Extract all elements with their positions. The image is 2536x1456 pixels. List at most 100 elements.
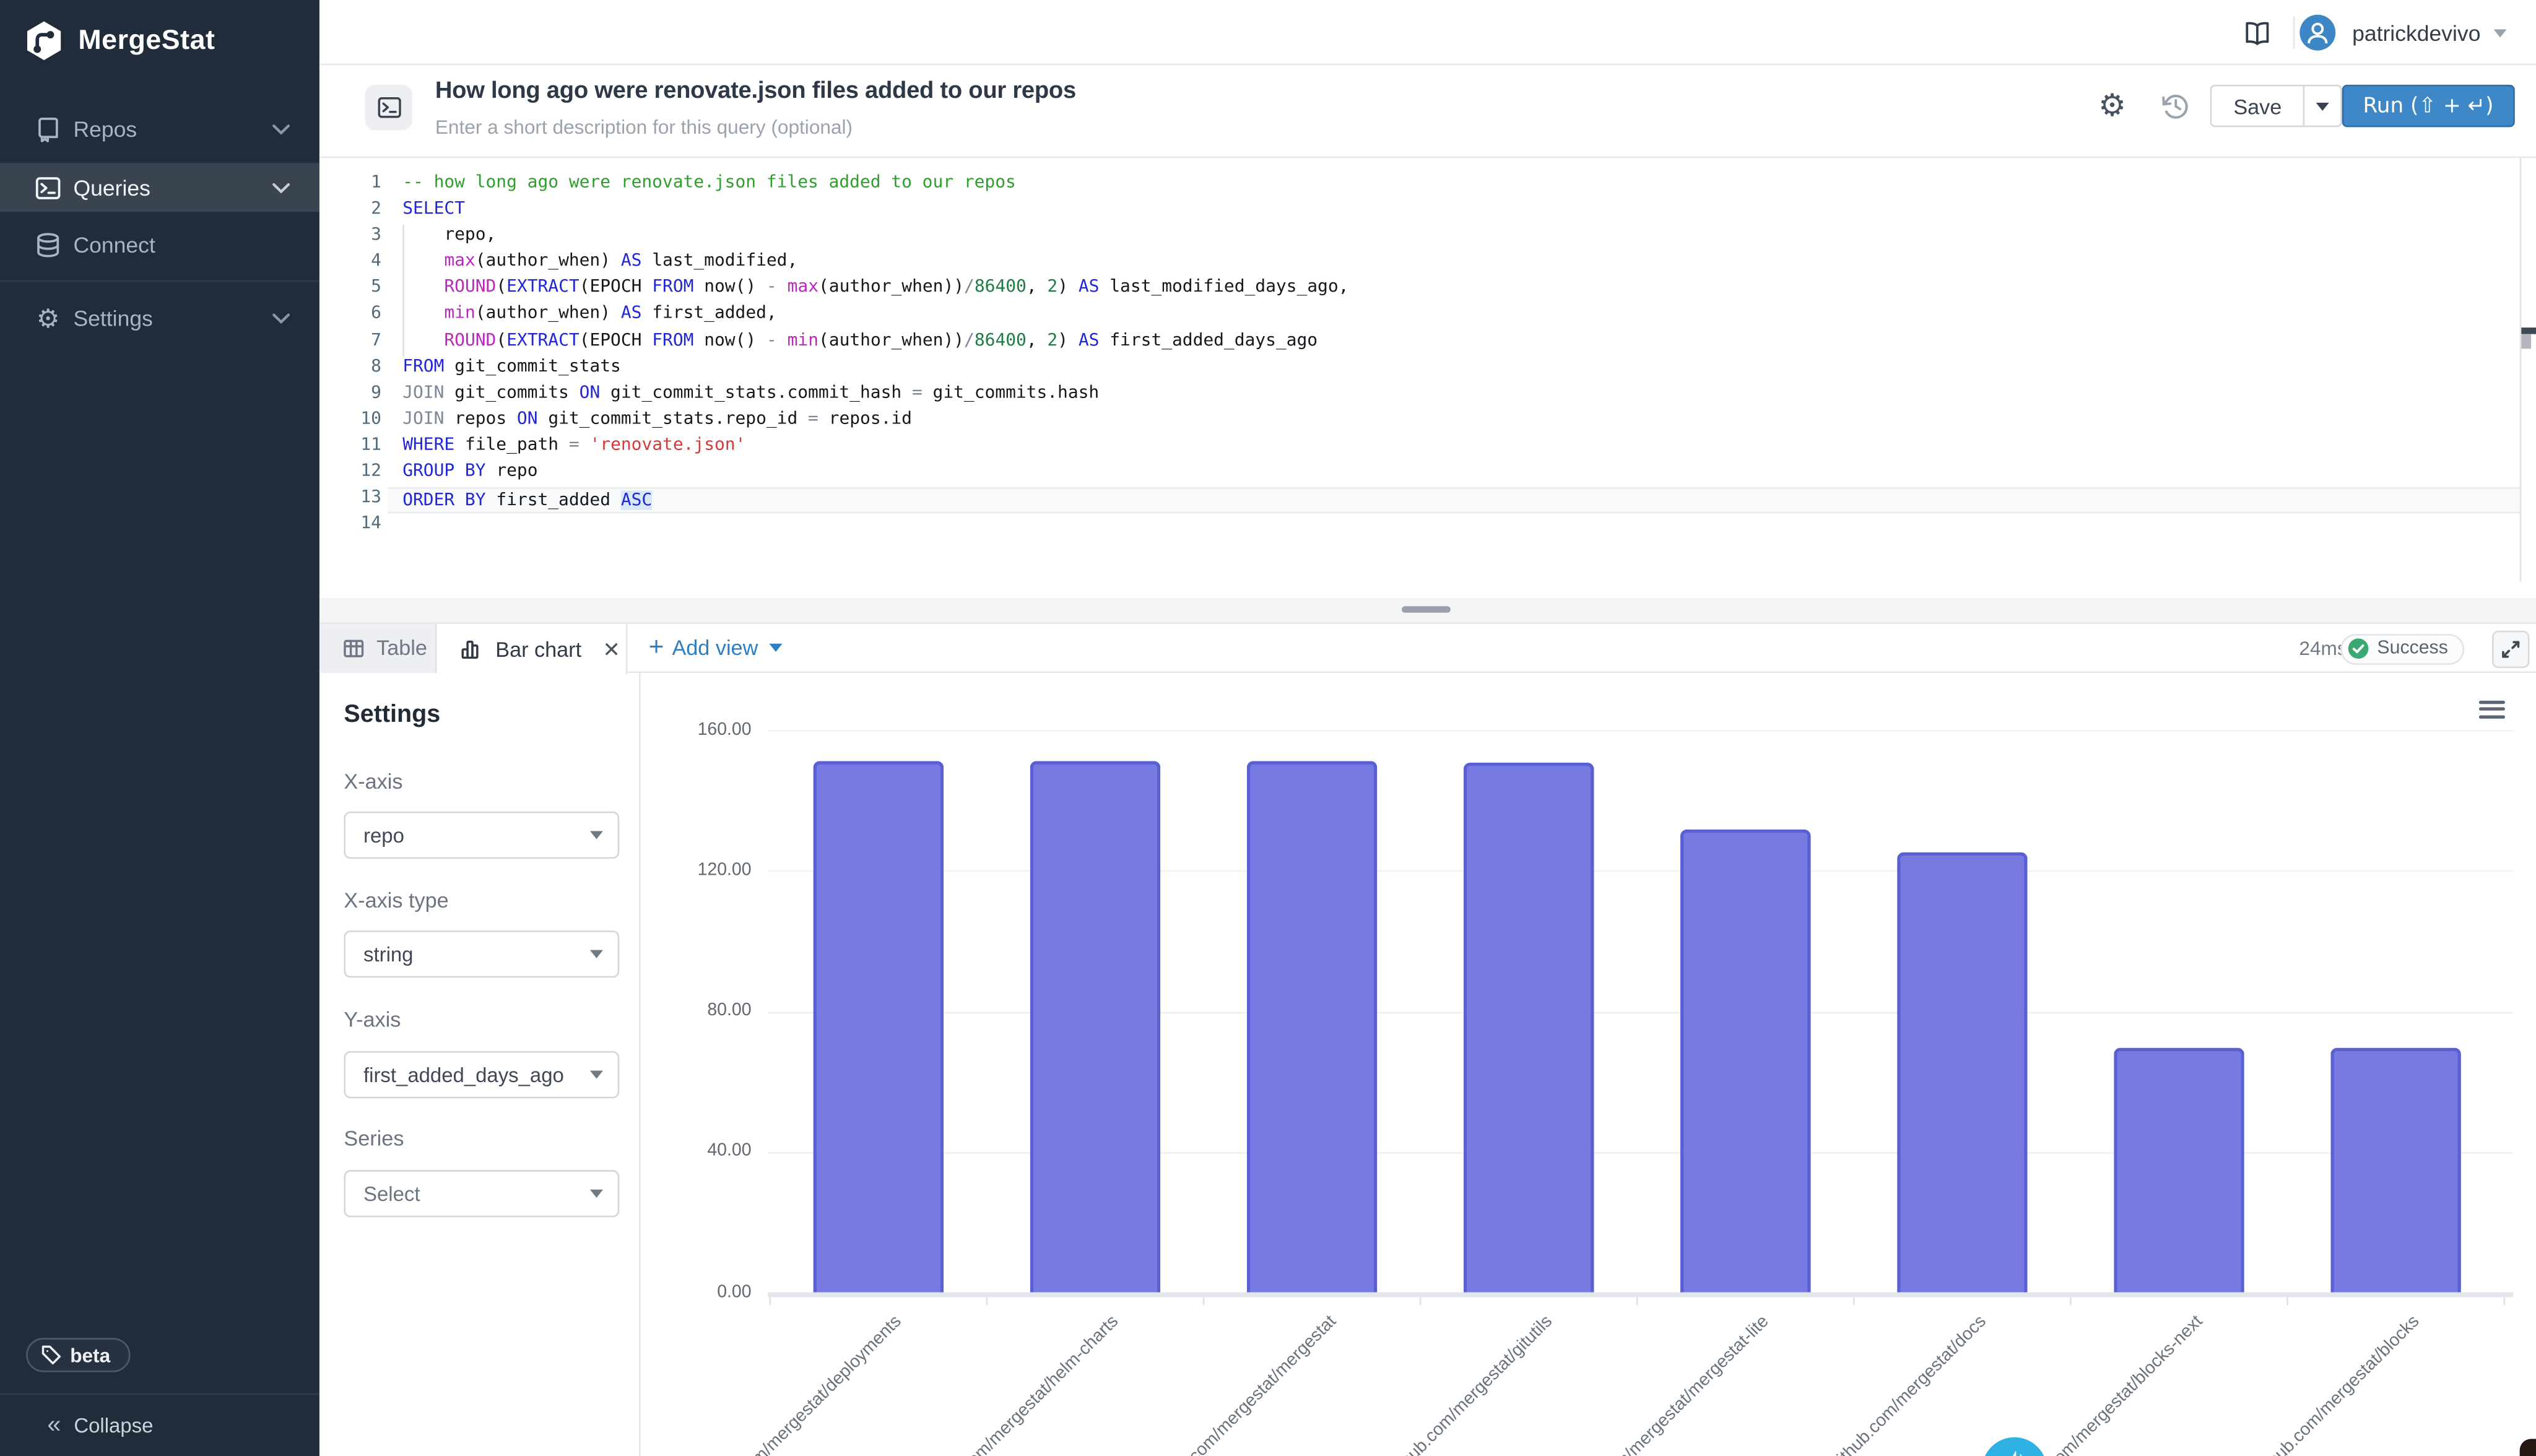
x-category-label: github.com/mergestat/helm-charts bbox=[921, 1312, 1123, 1456]
y-axis-value: first_added_days_ago bbox=[363, 1064, 564, 1086]
add-view-caret-icon bbox=[770, 644, 783, 652]
tab-table-label: Table bbox=[376, 636, 427, 660]
collapse-icon: « bbox=[47, 1411, 61, 1439]
logo[interactable]: MergeStat bbox=[23, 20, 215, 62]
x-tick-mark bbox=[2503, 1296, 2505, 1305]
beta-badge-label: beta bbox=[70, 1343, 110, 1366]
x-axis-type-value: string bbox=[363, 943, 413, 966]
series-select[interactable]: Select bbox=[344, 1170, 619, 1217]
select-caret-icon bbox=[590, 950, 603, 958]
x-category-label: github.com/mergestat/blocks-next bbox=[2007, 1312, 2207, 1456]
editor-scrollbar-track bbox=[2520, 158, 2522, 581]
x-tick-mark bbox=[1203, 1296, 1205, 1305]
sidebar-item-queries[interactable]: Queries bbox=[0, 163, 319, 212]
query-title[interactable]: How long ago were renovate.json files ad… bbox=[435, 78, 1076, 104]
y-axis-select[interactable]: first_added_days_ago bbox=[344, 1051, 619, 1098]
bar bbox=[1463, 763, 1594, 1292]
code-line: ORDER BY first_added ASC bbox=[388, 487, 2520, 513]
sidebar-item-label: Repos bbox=[73, 116, 137, 141]
bar-chart-icon bbox=[459, 638, 482, 661]
y-tick-label: 40.00 bbox=[670, 1141, 752, 1161]
close-tab-icon[interactable]: ✕ bbox=[602, 638, 620, 659]
sidebar-item-connect[interactable]: Connect bbox=[0, 220, 319, 269]
code-line: ROUND(EXTRACT(EPOCH FROM now() - max(aut… bbox=[388, 277, 2520, 303]
bar bbox=[812, 761, 943, 1292]
sidebar-item-repos[interactable]: Repos bbox=[0, 104, 319, 153]
bar bbox=[1029, 761, 1160, 1292]
panel-resizer[interactable] bbox=[319, 598, 2536, 624]
x-category-label: github.com/mergestat/mergestat bbox=[1147, 1312, 1340, 1456]
sidebar-divider bbox=[0, 279, 319, 281]
sidebar-item-label: Connect bbox=[73, 232, 155, 256]
sidebar-item-settings[interactable]: ⚙ Settings bbox=[0, 293, 319, 342]
save-button[interactable]: Save bbox=[2210, 85, 2342, 127]
sidebar-item-label: Queries bbox=[73, 175, 150, 199]
tab-table[interactable]: Table bbox=[319, 624, 437, 672]
add-view-button[interactable]: + Add view bbox=[649, 624, 783, 672]
sidebar-item-label: Settings bbox=[73, 306, 152, 330]
database-icon bbox=[34, 230, 62, 258]
sidebar: MergeStat Repos Queries bbox=[0, 0, 319, 1456]
check-circle-icon bbox=[2346, 637, 2369, 660]
x-tick-mark bbox=[2286, 1296, 2288, 1305]
sql-editor[interactable]: 1234567891011121314 -- how long ago were… bbox=[319, 158, 2536, 598]
query-settings-gear-icon[interactable]: ⚙ bbox=[2096, 90, 2129, 123]
query-terminal-icon bbox=[365, 85, 412, 131]
code-line: FROM git_commit_stats bbox=[388, 357, 2520, 383]
x-axis-value: repo bbox=[363, 824, 404, 847]
x-category-label: github.com/mergestat/blocks bbox=[2251, 1312, 2423, 1456]
series-value: Select bbox=[363, 1182, 420, 1205]
chevron-down-icon bbox=[272, 312, 290, 323]
y-axis-label: Y-axis bbox=[344, 1007, 401, 1031]
tab-bar-chart[interactable]: Bar chart ✕ bbox=[436, 624, 627, 674]
user-caret-icon[interactable] bbox=[2494, 29, 2507, 37]
x-category-label: github.com/mergestat/deployments bbox=[698, 1312, 906, 1456]
line-numbers: 1234567891011121314 bbox=[319, 173, 381, 540]
x-axis-type-select[interactable]: string bbox=[344, 930, 619, 977]
collapse-button[interactable]: « Collapse bbox=[0, 1392, 319, 1456]
x-tick-mark bbox=[769, 1296, 771, 1305]
table-icon bbox=[342, 637, 365, 660]
bar bbox=[1896, 852, 2027, 1293]
save-dropdown-button[interactable] bbox=[2303, 87, 2341, 126]
status-label: Success bbox=[2377, 639, 2447, 659]
x-axis-line bbox=[768, 1292, 2513, 1296]
select-caret-icon bbox=[590, 831, 603, 839]
avatar[interactable] bbox=[2299, 15, 2335, 51]
add-view-label: Add view bbox=[672, 636, 758, 660]
bar bbox=[1246, 761, 1376, 1292]
x-tick-mark bbox=[1853, 1296, 1855, 1305]
gear-icon: ⚙ bbox=[34, 304, 62, 332]
collapse-label: Collapse bbox=[74, 1414, 153, 1437]
run-button[interactable]: Run (⇧ + ↵) bbox=[2342, 85, 2514, 127]
x-category-label: github.com/mergestat/mergestat-lite bbox=[1561, 1312, 1773, 1456]
mergestat-app: MergeStat Repos Queries bbox=[0, 0, 2536, 1456]
bar bbox=[1680, 830, 1810, 1293]
resize-handle[interactable] bbox=[1402, 605, 1451, 613]
select-caret-icon bbox=[590, 1070, 603, 1078]
y-tick-label: 80.00 bbox=[670, 1000, 752, 1020]
beta-badge: beta bbox=[26, 1338, 130, 1372]
code-line: JOIN git_commits ON git_commit_stats.com… bbox=[388, 383, 2520, 409]
x-category-label: github.com/mergestat/docs bbox=[1826, 1312, 1990, 1456]
query-history-icon[interactable] bbox=[2161, 91, 2191, 120]
user-menu[interactable]: patrickdevivo bbox=[2352, 21, 2480, 45]
results-tab-bar: Table Bar chart ✕ + Add view 24ms bbox=[319, 624, 2536, 672]
editor-scrollbar-thumb[interactable] bbox=[2521, 334, 2530, 349]
expand-icon[interactable] bbox=[2492, 630, 2530, 667]
book-icon bbox=[34, 115, 62, 143]
topbar-divider bbox=[2293, 16, 2295, 49]
save-button-label[interactable]: Save bbox=[2212, 87, 2303, 126]
docs-book-icon[interactable] bbox=[2243, 18, 2272, 47]
code-lines: -- how long ago were renovate.json files… bbox=[388, 173, 2520, 540]
status-badge: Success bbox=[2340, 633, 2464, 664]
chart-menu-icon[interactable] bbox=[2479, 700, 2505, 721]
x-axis-type-label: X-axis type bbox=[344, 888, 448, 912]
tab-bar-chart-label: Bar chart bbox=[495, 637, 581, 661]
x-axis-select[interactable]: repo bbox=[344, 812, 619, 859]
query-description-input[interactable]: Enter a short description for this query… bbox=[435, 116, 853, 139]
code-line: JOIN repos ON git_commit_stats.repo_id =… bbox=[388, 409, 2520, 435]
query-header: How long ago were renovate.json files ad… bbox=[319, 65, 2536, 158]
code-line bbox=[388, 514, 2520, 540]
chat-widget-button[interactable] bbox=[1982, 1436, 2047, 1456]
